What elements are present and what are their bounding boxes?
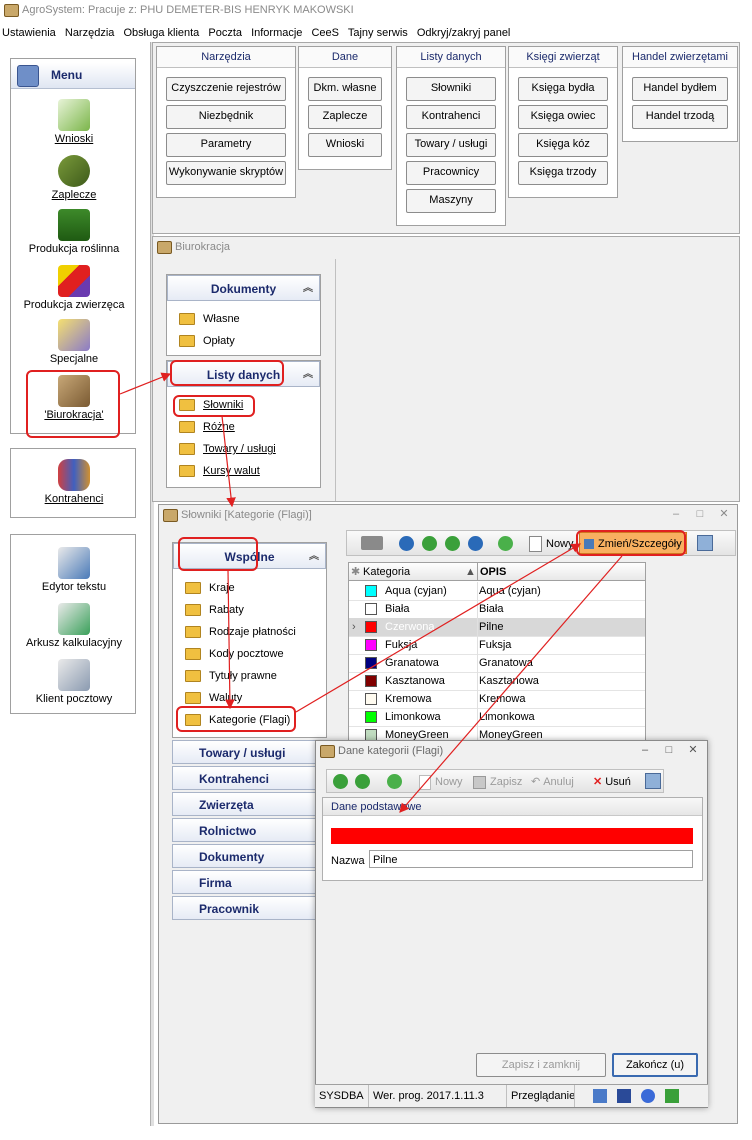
arrow-edit-to-dialog — [399, 555, 623, 813]
arrow-wspolne-to-kategorie — [225, 569, 235, 710]
arrow-biurokracja-to-listy — [119, 372, 172, 395]
arrow-kategorie-to-edit — [295, 543, 582, 713]
annotation-arrows — [119, 372, 623, 813]
arrow-slowniki-to-window — [221, 415, 236, 508]
